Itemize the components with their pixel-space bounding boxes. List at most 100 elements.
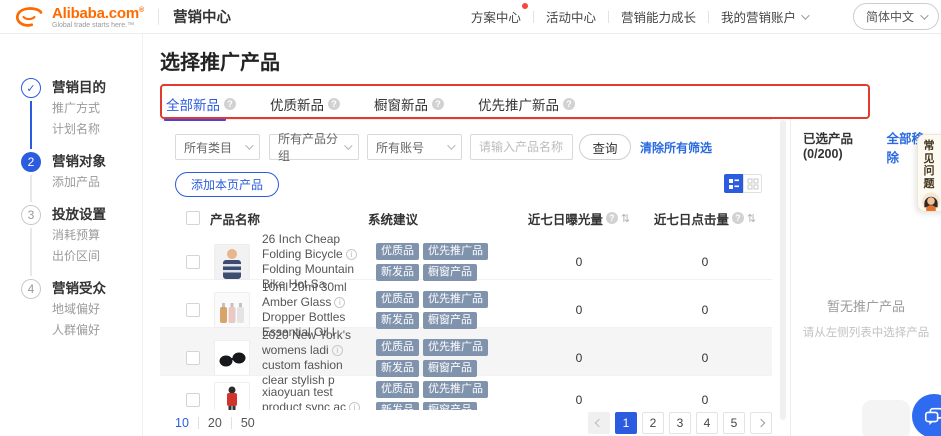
info-icon[interactable]: i <box>346 249 357 260</box>
tag-quality: 优质品 <box>376 243 419 260</box>
row-checkbox[interactable] <box>186 393 200 407</box>
logo-brand-text: Alibaba.com® <box>52 4 144 21</box>
category-select[interactable]: 所有类目 <box>175 134 260 160</box>
step-4-badge: 4 <box>21 279 41 299</box>
empty-state-title: 暂无推广产品 <box>791 296 941 315</box>
select-all-checkbox[interactable] <box>186 211 200 225</box>
info-icon[interactable]: i <box>332 345 343 356</box>
alibaba-logo[interactable]: Alibaba.com® Global trade starts here.™ <box>12 4 144 29</box>
account-select[interactable]: 所有账号 <box>367 134 462 160</box>
product-name: 2020 New York's womens ladii custom fash… <box>256 328 368 388</box>
clicks-value: 0 <box>638 393 772 407</box>
product-thumbnail <box>214 292 250 328</box>
clicks-value: 0 <box>638 255 772 269</box>
tab-priority-promo-new-products[interactable]: 优先推广新品? <box>478 88 575 119</box>
tag-new-release: 新发品 <box>376 312 419 329</box>
help-icon[interactable]: ? <box>432 98 444 110</box>
page-5-button[interactable]: 5 <box>723 412 745 434</box>
sort-icon[interactable]: ⇅ <box>621 212 630 225</box>
exposure-value: 0 <box>520 393 638 407</box>
tag-showcase: 橱窗产品 <box>423 360 477 377</box>
product-search-input[interactable] <box>470 134 573 160</box>
page-buttons: 1 2 3 4 5 <box>588 412 772 434</box>
tag-showcase: 橱窗产品 <box>423 264 477 281</box>
suggestion-tags: 优质品 优先推广品 新发品 橱窗产品 <box>368 243 520 281</box>
page-size-20[interactable]: 20 <box>208 416 222 430</box>
empty-state: 暂无推广产品 请从左侧列表中选择产品 <box>791 296 941 340</box>
add-page-products-button[interactable]: 添加本页产品 <box>175 172 279 197</box>
product-group-select[interactable]: 所有产品分组 <box>269 134 359 160</box>
help-icon[interactable]: ? <box>732 212 744 224</box>
tab-quality-new-products[interactable]: 优质新品? <box>270 88 340 119</box>
step-delivery-settings[interactable]: 3 投放设置 消耗预算 出价区间 <box>20 205 142 279</box>
chevron-down-icon <box>920 11 928 19</box>
help-icon[interactable]: ? <box>563 98 575 110</box>
prev-page-button[interactable] <box>588 412 610 434</box>
tag-new-release: 新发品 <box>376 264 419 281</box>
step-marketing-goal[interactable]: ✓ 营销目的 推广方式 计划名称 <box>20 78 142 152</box>
notification-dot <box>522 3 528 9</box>
next-page-button[interactable] <box>750 412 772 434</box>
grid-view-button[interactable] <box>743 174 762 193</box>
tab-showcase-new-products[interactable]: 橱窗新品? <box>374 88 444 119</box>
product-thumbnail <box>214 244 250 280</box>
row-checkbox[interactable] <box>186 303 200 317</box>
active-tab-underline <box>164 118 226 121</box>
help-icon[interactable]: ? <box>606 212 618 224</box>
help-icon[interactable]: ? <box>328 98 340 110</box>
table-row[interactable]: 2020 New York's womens ladii custom fash… <box>160 328 772 376</box>
clear-filters-link[interactable]: 清除所有筛选 <box>640 139 712 156</box>
column-exposure: 近七日曝光量?⇅ <box>520 209 638 228</box>
page-size-10[interactable]: 10 <box>175 416 189 430</box>
step-sidebar: ✓ 营销目的 推广方式 计划名称 2 营销对象 添加产品 3 投放设置 消耗预算… <box>0 34 143 436</box>
nav-activity-center[interactable]: 活动中心 <box>546 7 596 26</box>
info-icon[interactable]: i <box>334 297 345 308</box>
row-checkbox[interactable] <box>186 255 200 269</box>
page-size-options: 10 20 50 <box>175 416 255 430</box>
tab-all-new-products[interactable]: 全部新品? <box>166 88 236 119</box>
header-divider <box>158 9 159 25</box>
row-checkbox[interactable] <box>186 351 200 365</box>
chevron-down-icon <box>245 141 253 149</box>
marketing-center-screen: Alibaba.com® Global trade starts here.™ … <box>0 0 941 436</box>
nav-marketing-growth[interactable]: 营销能力成长 <box>621 7 696 26</box>
empty-state-hint: 请从左侧列表中选择产品 <box>791 324 941 340</box>
page-3-button[interactable]: 3 <box>669 412 691 434</box>
faq-widget[interactable]: 常见问题 <box>917 134 941 212</box>
app-title: 营销中心 <box>173 6 231 27</box>
header-nav: 方案中心 活动中心 营销能力成长 我的营销账户 <box>471 7 807 26</box>
vertical-scrollbar[interactable] <box>780 120 786 420</box>
exposure-value: 0 <box>520 351 638 365</box>
column-system-suggestion: 系统建议 <box>368 209 520 228</box>
assistant-avatar-icon <box>921 192 941 211</box>
help-icon[interactable]: ? <box>224 98 236 110</box>
tag-priority-promo: 优先推广品 <box>423 381 488 398</box>
chevron-down-icon <box>447 141 455 149</box>
page-2-button[interactable]: 2 <box>642 412 664 434</box>
page-size-50[interactable]: 50 <box>241 416 255 430</box>
chevron-down-icon <box>345 141 353 149</box>
chat-widget-card[interactable] <box>862 400 910 436</box>
page-4-button[interactable]: 4 <box>696 412 718 434</box>
grid-view-icon <box>747 178 759 190</box>
nav-plan-center[interactable]: 方案中心 <box>471 7 521 26</box>
product-thumbnail <box>214 340 250 376</box>
step-3-badge: 3 <box>21 205 41 225</box>
product-tabs: 全部新品? 优质新品? 橱窗新品? 优先推广新品? <box>160 88 772 120</box>
step-marketing-object[interactable]: 2 营销对象 添加产品 <box>20 152 142 205</box>
tag-new-release: 新发品 <box>376 360 419 377</box>
main-content: 选择推广产品 全部新品? 优质新品? 橱窗新品? 优先推广新品? 所有类目 所有… <box>160 34 772 436</box>
chevron-right-icon <box>757 419 765 427</box>
language-selector[interactable]: 简体中文 <box>853 3 939 30</box>
query-button[interactable]: 查询 <box>579 134 631 160</box>
exposure-value: 0 <box>520 255 638 269</box>
page-1-button[interactable]: 1 <box>615 412 637 434</box>
sort-icon[interactable]: ⇅ <box>747 212 756 225</box>
table-row[interactable]: 26 Inch Cheap Folding Bicyclei Folding M… <box>160 232 772 280</box>
nav-my-account[interactable]: 我的营销账户 <box>721 7 807 26</box>
step-marketing-audience[interactable]: 4 营销受众 地域偏好 人群偏好 <box>20 279 142 353</box>
list-view-button[interactable] <box>724 174 743 193</box>
table-row[interactable]: 10ml 20ml 30ml Amber Glassi Dropper Bott… <box>160 280 772 328</box>
clicks-value: 0 <box>638 303 772 317</box>
alibaba-logo-mark <box>12 6 46 28</box>
